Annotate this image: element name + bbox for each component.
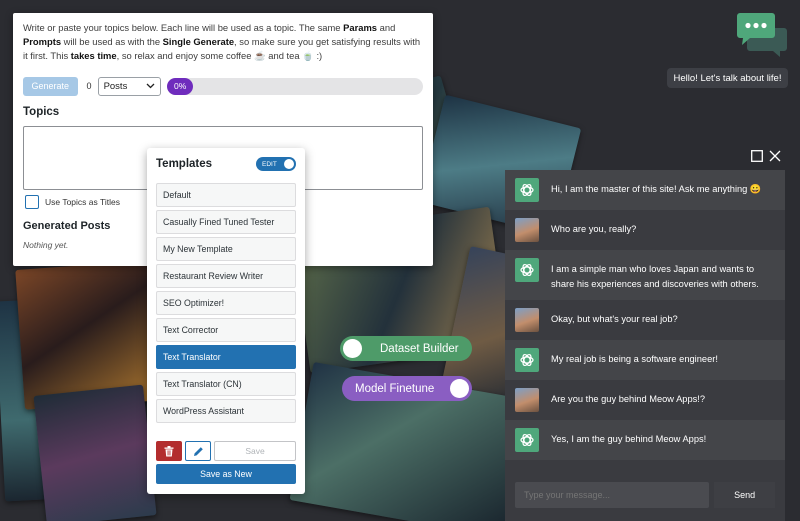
template-item-text-translator-cn[interactable]: Text Translator (CN) [156, 372, 296, 396]
template-actions: Save [156, 441, 296, 461]
chat-message-text: Hi, I am the master of this site! Ask me… [551, 184, 762, 194]
templates-title: Templates [156, 158, 213, 170]
edit-toggle-label: EDIT [262, 160, 277, 168]
topics-title: Topics [23, 106, 60, 118]
chat-message-ai: Yes, I am the guy behind Meow Apps! [505, 420, 785, 460]
openai-icon [520, 353, 534, 367]
user-avatar [515, 308, 539, 332]
trash-icon [164, 445, 174, 456]
template-item-text-corrector[interactable]: Text Corrector [156, 318, 296, 342]
post-type-value: Posts [103, 80, 128, 92]
ai-avatar [515, 178, 539, 202]
template-item-casually-fined-tuned-tester[interactable]: Casually Fined Tuned Tester [156, 210, 296, 234]
chat-message-text: Are you the guy behind Meow Apps!? [551, 394, 706, 404]
chat-message-ai: My real job is being a software engineer… [505, 340, 785, 380]
intro-text: Write or paste your topics below. Each l… [23, 22, 421, 61]
save-template-button[interactable]: Save [214, 441, 296, 461]
model-finetune-toggle[interactable]: Model Finetune [342, 376, 472, 401]
chat-message-input[interactable] [515, 482, 710, 508]
generate-button[interactable]: Generate [23, 76, 78, 96]
post-type-select[interactable]: Posts [97, 76, 162, 96]
chevron-down-icon [146, 83, 155, 89]
template-item-seo-optimizer[interactable]: SEO Optimizer! [156, 291, 296, 315]
model-finetune-label: Model Finetune [355, 382, 435, 395]
ai-avatar [515, 428, 539, 452]
chat-message-text: I am a simple man who loves Japan and wa… [551, 264, 759, 289]
generate-row: Generate 0 Posts 0% [23, 76, 424, 96]
chat-message-text: Who are you, really? [551, 224, 637, 234]
use-topics-as-titles-label: Use Topics as Titles [45, 197, 120, 207]
openai-icon [520, 183, 534, 197]
send-button[interactable]: Send [714, 482, 775, 508]
generated-count: 0 [86, 81, 92, 91]
toggle-knob [450, 379, 469, 398]
delete-template-button[interactable] [156, 441, 182, 461]
user-avatar [515, 388, 539, 412]
template-list: Default Casually Fined Tuned Tester My N… [156, 183, 296, 423]
chat-message-user: Who are you, really? [505, 210, 785, 250]
edit-template-button[interactable] [185, 441, 211, 461]
openai-icon [520, 433, 534, 447]
chat-message-ai: I am a simple man who loves Japan and wa… [505, 250, 785, 300]
chat-input-row: Send [505, 482, 785, 508]
chatbot-window: Hi, I am the master of this site! Ask me… [505, 170, 785, 521]
progress-bar: 0% [167, 77, 424, 95]
templates-panel: Templates EDIT Default Casually Fined Tu… [147, 148, 305, 494]
template-item-restaurant-review-writer[interactable]: Restaurant Review Writer [156, 264, 296, 288]
chat-message-text: My real job is being a software engineer… [551, 354, 718, 364]
chat-message-user: Okay, but what's your real job? [505, 300, 785, 340]
progress-fill: 0% [167, 77, 194, 95]
maximize-button[interactable] [750, 149, 764, 163]
chat-message-text: Yes, I am the guy behind Meow Apps! [551, 434, 707, 444]
chat-message-ai: Hi, I am the master of this site! Ask me… [505, 170, 785, 210]
template-item-text-translator[interactable]: Text Translator [156, 345, 296, 369]
edit-toggle[interactable]: EDIT [256, 157, 296, 171]
ai-avatar [515, 258, 539, 282]
ai-avatar [515, 348, 539, 372]
dataset-builder-label: Dataset Builder [380, 342, 459, 355]
toggle-knob [343, 339, 362, 358]
templates-header: Templates EDIT [156, 155, 296, 173]
toggle-knob [284, 159, 294, 169]
progress-label: 0% [173, 81, 187, 91]
save-as-new-button[interactable]: Save as New [156, 464, 296, 484]
pencil-icon [193, 446, 203, 456]
template-item-wordpress-assistant[interactable]: WordPress Assistant [156, 399, 296, 423]
background-image [33, 384, 157, 521]
user-avatar [515, 218, 539, 242]
template-item-my-new-template[interactable]: My New Template [156, 237, 296, 261]
template-item-default[interactable]: Default [156, 183, 296, 207]
chat-message-text: Okay, but what's your real job? [551, 314, 678, 324]
close-button[interactable] [768, 149, 782, 163]
maximize-icon [751, 150, 763, 162]
openai-icon [520, 263, 534, 277]
chat-message-user: Are you the guy behind Meow Apps!? [505, 380, 785, 420]
chat-bubbles-icon[interactable] [736, 12, 788, 58]
use-topics-as-titles-checkbox[interactable] [25, 195, 39, 209]
dataset-builder-toggle[interactable]: Dataset Builder [340, 336, 472, 361]
chat-greeting[interactable]: Hello! Let's talk about life! [667, 68, 788, 88]
close-icon [769, 150, 781, 162]
